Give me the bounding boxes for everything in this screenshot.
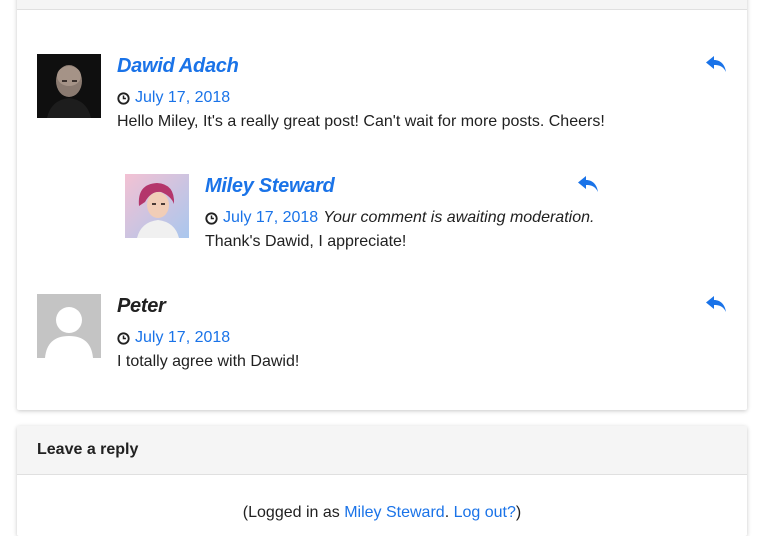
comment-text: Hello Miley, It's a really great post! C… [117, 113, 605, 130]
comment-author[interactable]: Dawid Adach [117, 55, 239, 78]
comment-date[interactable]: July 17, 2018 [135, 89, 230, 107]
leave-reply-header: Leave a reply [17, 426, 747, 475]
comment-text: Thank's Dawid, I appreciate! [205, 233, 407, 250]
logged-in-notice: (Logged in as Miley Steward. Log out?) [17, 504, 747, 522]
comments-card-header [17, 0, 747, 10]
user-profile-link[interactable]: Miley Steward [344, 504, 444, 521]
clock-icon [117, 331, 130, 345]
photo-man-icon [37, 54, 101, 118]
comment-date[interactable]: July 17, 2018 [135, 329, 230, 347]
comment-meta: July 17, 2018 [117, 89, 230, 107]
reply-icon[interactable] [705, 55, 727, 73]
default-user-icon [37, 294, 101, 358]
photo-woman-icon [125, 174, 189, 238]
comment-meta: July 17, 2018 [117, 329, 230, 347]
comment-author: Peter [117, 295, 166, 317]
comment-author[interactable]: Miley Steward [205, 175, 335, 198]
clock-icon [117, 91, 130, 105]
comment-text: I totally agree with Dawid! [117, 353, 300, 370]
comment-date[interactable]: July 17, 2018 [223, 209, 318, 227]
reply-icon[interactable] [705, 295, 727, 313]
reply-icon[interactable] [577, 175, 599, 193]
comment-meta: July 17, 2018 Your comment is awaiting m… [205, 209, 594, 227]
logged-suffix: ) [515, 504, 522, 521]
logout-link[interactable]: Log out? [454, 504, 516, 521]
leave-reply-title: Leave a reply [37, 441, 139, 458]
leave-reply-card: Leave a reply (Logged in as Miley Stewar… [17, 426, 747, 536]
comments-card: Dawid Adach July 17, 2018 Hello Miley, I… [17, 0, 747, 410]
logged-separator: . [444, 504, 454, 521]
moderation-notice: Your comment is awaiting moderation. [323, 209, 595, 226]
clock-icon [205, 211, 218, 225]
logged-prefix: (Logged in as [242, 504, 345, 521]
